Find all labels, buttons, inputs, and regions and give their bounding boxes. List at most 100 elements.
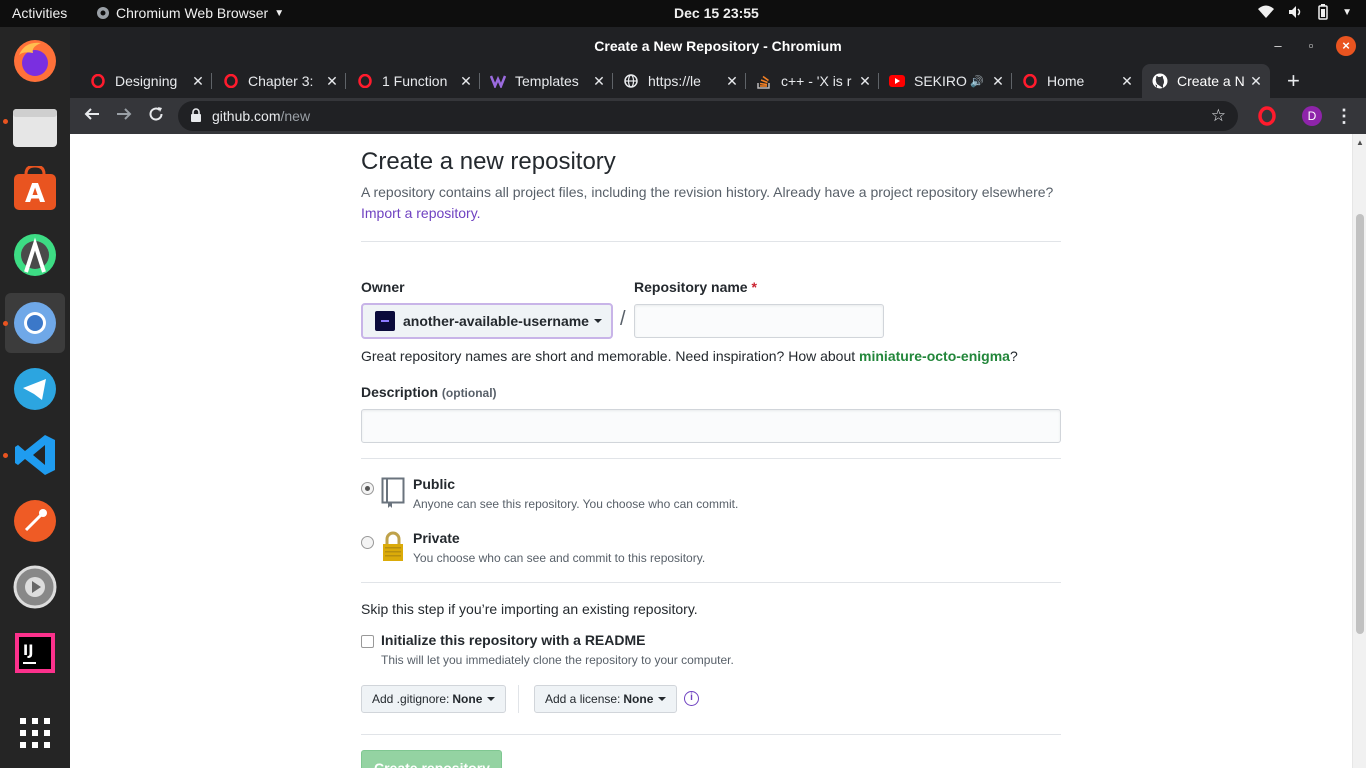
tab-close-icon[interactable]: ✕ (190, 73, 206, 90)
tab-label: Designing (115, 73, 178, 89)
forward-button[interactable] (112, 104, 136, 128)
scrollbar-thumb[interactable] (1356, 214, 1364, 634)
dock-vscode[interactable] (5, 425, 65, 485)
tab-1-function[interactable]: 1 Function ✕ (347, 64, 480, 98)
github-icon (1152, 73, 1168, 89)
clock[interactable]: Dec 15 23:55 (674, 5, 759, 21)
chromium-small-icon (97, 7, 109, 19)
tab-templates[interactable]: Templates ✕ (480, 64, 613, 98)
scroll-up-arrow-icon[interactable]: ▲ (1353, 138, 1366, 147)
tab-designing[interactable]: Designing ✕ (80, 64, 212, 98)
tab-home[interactable]: Home ✕ (1012, 64, 1141, 98)
repository-name-input[interactable] (634, 304, 884, 338)
tab-close-icon[interactable]: ✕ (857, 73, 873, 90)
repo-name-label: Repository name * (634, 279, 757, 295)
create-repository-button[interactable]: Create repository (361, 750, 502, 768)
info-icon[interactable]: i (684, 691, 699, 706)
volume-icon (1289, 6, 1301, 18)
telegram-icon (14, 368, 56, 410)
caret-down-icon (487, 697, 496, 701)
dock-files[interactable] (5, 97, 65, 157)
battery-icon (1318, 4, 1328, 20)
tab-sekiro[interactable]: SEKIRO 🔊 ✕ (879, 64, 1012, 98)
license-prefix: Add a license: (545, 692, 621, 706)
opera-extension-icon[interactable] (1257, 106, 1277, 126)
app-menu[interactable]: Chromium Web Browser ▼ (96, 5, 284, 21)
reload-icon (149, 107, 163, 121)
owner-repo-slash: / (620, 308, 626, 330)
readme-label[interactable]: Initialize this repository with a README (381, 632, 645, 648)
new-tab-button[interactable]: + (1287, 68, 1300, 94)
tab-stackoverflow[interactable]: c++ - 'X is r ✕ (746, 64, 879, 98)
dock-telegram[interactable] (5, 359, 65, 419)
maximize-button[interactable]: ▫ (1301, 36, 1321, 56)
power-menu-chevron-icon: ▼ (1342, 6, 1352, 18)
tab-close-icon[interactable]: ✕ (990, 73, 1006, 90)
suggestion-suffix: ? (1009, 348, 1018, 364)
address-bar[interactable]: github.com/new ☆ (178, 101, 1238, 131)
suggested-name[interactable]: miniature-octo-enigma (859, 348, 1010, 364)
tab-label: https://le (648, 73, 701, 89)
lock-icon[interactable] (190, 108, 202, 122)
activities-button[interactable]: Activities (12, 5, 67, 21)
youtube-icon (889, 73, 905, 89)
import-repository-link[interactable]: Import a repository. (361, 205, 481, 221)
private-description: You choose who can see and commit to thi… (413, 551, 706, 565)
tab-close-icon[interactable]: ✕ (591, 73, 607, 90)
tab-close-icon[interactable]: ✕ (1248, 73, 1264, 90)
tab-chapter-3[interactable]: Chapter 3: ✕ (213, 64, 346, 98)
tab-label: Create a N (1177, 73, 1245, 89)
intellij-icon: IJ (15, 633, 55, 673)
gitignore-prefix: Add .gitignore: (372, 692, 450, 706)
description-label: Description (optional) (361, 384, 497, 400)
gitignore-select-button[interactable]: Add .gitignore: None (361, 685, 507, 713)
tab-close-icon[interactable]: ✕ (458, 73, 474, 90)
license-select-button[interactable]: Add a license: None (534, 685, 678, 713)
tab-close-icon[interactable]: ✕ (1119, 73, 1135, 90)
tab-https[interactable]: https://le ✕ (613, 64, 746, 98)
url-text[interactable]: github.com/new (212, 108, 310, 124)
tab-separator (211, 73, 212, 89)
lock-icon (383, 531, 403, 561)
owner-select-button[interactable]: another-available-username (361, 303, 613, 339)
back-button[interactable] (80, 104, 104, 128)
tab-close-icon[interactable]: ✕ (724, 73, 740, 90)
svg-text:A: A (25, 179, 45, 209)
page-scrollbar[interactable]: ▲ (1352, 134, 1366, 768)
kebab-menu-icon[interactable]: ⋮ (1332, 104, 1356, 128)
button-separator (518, 685, 519, 713)
android-studio-icon (14, 234, 56, 276)
tab-create-new-repo[interactable]: Create a N ✕ (1142, 64, 1270, 98)
bookmark-star-icon[interactable]: ☆ (1211, 106, 1226, 126)
reload-button[interactable] (144, 104, 168, 128)
page-subtitle: A repository contains all project files,… (361, 182, 1071, 224)
show-applications-button[interactable] (5, 703, 65, 763)
dock-firefox[interactable] (5, 31, 65, 91)
minimize-button[interactable]: – (1268, 36, 1288, 56)
dock-settings[interactable] (5, 557, 65, 617)
profile-avatar[interactable]: D (1302, 106, 1322, 126)
dock-postman[interactable] (5, 491, 65, 551)
description-input[interactable] (361, 409, 1061, 443)
dock-software[interactable]: A (5, 159, 65, 219)
suggestion-prefix: Great repository names are short and mem… (361, 348, 860, 364)
owner-avatar (375, 311, 395, 331)
url-path: /new (280, 108, 311, 124)
software-center-icon: A (14, 166, 56, 210)
tab-label: Chapter 3: (248, 73, 314, 89)
dock-intellij[interactable]: IJ (5, 623, 65, 683)
repo-name-label-text: Repository name (634, 279, 748, 295)
close-window-button[interactable]: × (1336, 36, 1356, 56)
subtitle-text: A repository contains all project files,… (361, 184, 1054, 200)
window-title-bar[interactable]: Create a New Repository - Chromium – ▫ × (70, 27, 1366, 64)
gnome-top-bar: Activities Chromium Web Browser ▼ Dec 15… (0, 0, 1366, 27)
opera-icon (223, 73, 239, 89)
private-radio[interactable] (361, 536, 374, 549)
public-radio[interactable] (361, 482, 374, 495)
tab-close-icon[interactable]: ✕ (324, 73, 340, 90)
audio-playing-icon[interactable]: 🔊 (970, 75, 984, 88)
dock-chromium[interactable] (5, 293, 65, 353)
dock-android-studio[interactable] (5, 225, 65, 285)
system-tray[interactable]: ▼ (1258, 4, 1352, 20)
readme-checkbox[interactable] (361, 635, 374, 648)
